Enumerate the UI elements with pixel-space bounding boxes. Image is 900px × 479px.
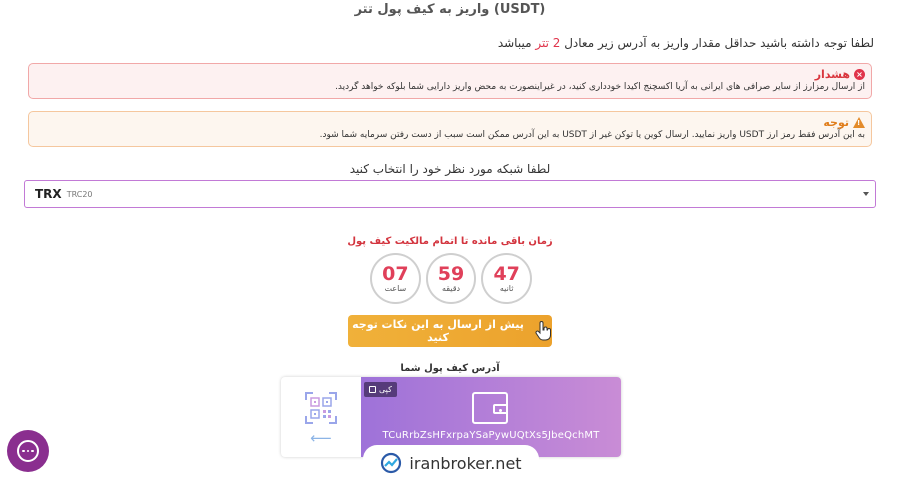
chat-icon <box>17 440 39 462</box>
qr-panel[interactable]: ⟵ <box>281 377 361 457</box>
pointing-hand-icon <box>534 321 552 341</box>
notice-button-label: پیش از ارسال به این نکات توجه کنید <box>352 318 524 344</box>
wallet-icon-flap <box>493 404 508 414</box>
timer-minutes-value: 59 <box>437 263 465 285</box>
copy-button[interactable]: کپی <box>364 382 397 397</box>
warning-alert-head: ! توجه <box>29 116 865 129</box>
warning-alert: ! توجه به این آدرس فقط رمز ارز USDT واری… <box>28 111 872 147</box>
close-circle-icon: × <box>854 69 865 80</box>
timer-hours: 07 ساعت <box>370 253 421 304</box>
warning-alert-title: توجه <box>823 116 849 129</box>
copy-icon <box>369 386 376 393</box>
timer-seconds: 47 ثانیه <box>481 253 533 304</box>
wallet-icon-dot <box>499 409 502 412</box>
arrow-left-icon: ⟵ <box>310 429 332 447</box>
danger-alert-text: از ارسال رمزارز از سایر صرافی های ایرانی… <box>335 82 865 92</box>
brand-watermark: iranbroker.net <box>363 445 539 479</box>
wallet-icon <box>472 392 508 424</box>
chat-widget-button[interactable] <box>7 430 49 472</box>
min-deposit-note: لطفا توجه داشته باشید حداقل مقدار واریز … <box>498 36 874 50</box>
min-amount: 2 تتر <box>535 36 561 50</box>
warning-triangle-icon: ! <box>853 117 865 128</box>
network-selected-sub: TRC20 <box>66 189 93 199</box>
page-title: واریز به کیف پول تتر (USDT) <box>354 2 546 17</box>
network-label: لطفا شبکه مورد نظر خود را انتخاب کنید <box>349 162 551 176</box>
timer-minutes-label: دقیقه <box>441 284 461 293</box>
countdown-timer: 07 ساعت 59 دقیقه 47 ثانیه <box>370 253 533 305</box>
danger-alert-head: × هشدار <box>29 68 865 81</box>
timer-seconds-label: ثانیه <box>499 284 514 293</box>
timer-minutes: 59 دقیقه <box>425 253 477 304</box>
brand-logo-icon <box>381 452 402 474</box>
min-note-prefix: لطفا توجه داشته باشید حداقل مقدار واریز … <box>564 36 874 50</box>
danger-alert-title: هشدار <box>814 68 850 81</box>
timer-hours-label: ساعت <box>384 284 407 293</box>
danger-alert: × هشدار از ارسال رمزارز از سایر صرافی ها… <box>28 63 872 99</box>
wallet-address-label: آدرس کیف پول شما <box>400 363 500 374</box>
timer-title: زمان باقی مانده تا اتمام مالکیت کیف پول <box>347 236 553 247</box>
timer-hours-value: 07 <box>382 263 409 285</box>
notice-button[interactable]: پیش از ارسال به این نکات توجه کنید <box>348 315 552 347</box>
network-selected-main: TRX <box>35 187 62 201</box>
wallet-address[interactable]: TCuRrbZsHFxrpaYSaPywUQtXs5JbeQchMT <box>361 430 621 441</box>
min-note-suffix: میباشد <box>497 36 532 50</box>
qr-code-icon <box>305 392 337 424</box>
warning-alert-text: به این آدرس فقط رمز ارز USDT واریز نمایی… <box>319 130 865 140</box>
copy-button-label: کپی <box>379 385 392 394</box>
network-select[interactable]: TRX TRC20 <box>24 180 876 208</box>
timer-seconds-value: 47 <box>493 263 520 285</box>
brand-text: iranbroker.net <box>409 453 522 473</box>
caret-down-icon <box>863 192 869 196</box>
